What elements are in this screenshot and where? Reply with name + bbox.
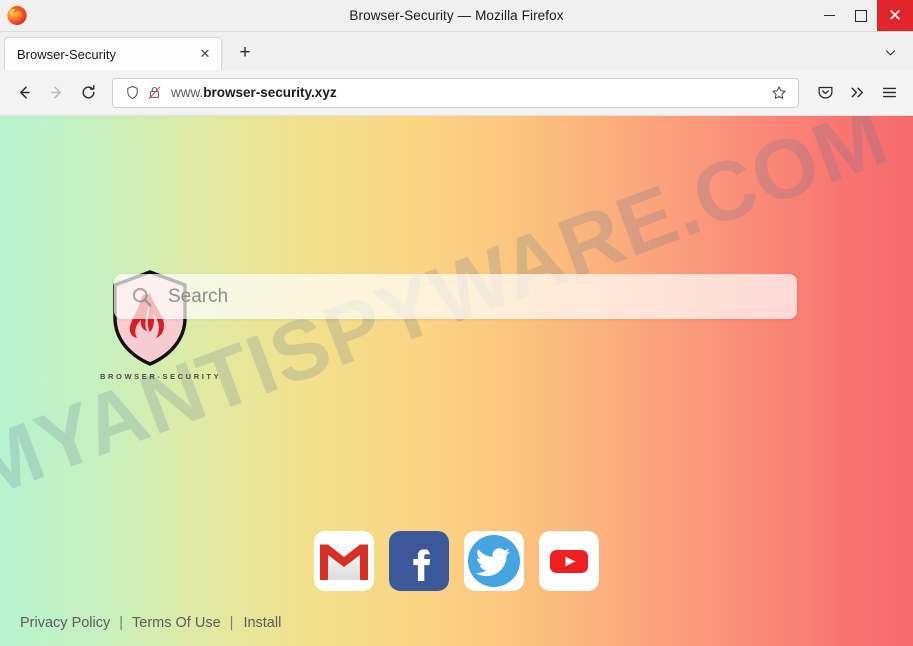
shortcut-twitter[interactable]	[464, 531, 524, 591]
tab-label: Browser-Security	[17, 46, 116, 62]
footer-separator-1: |	[119, 615, 124, 631]
back-button[interactable]	[8, 77, 40, 109]
window-title: Browser-Security — Mozilla Firefox	[349, 8, 564, 23]
footer-link-install[interactable]: Install	[243, 615, 281, 631]
bookmark-star-icon[interactable]	[768, 82, 790, 104]
footer-link-privacy[interactable]: Privacy Policy	[20, 615, 110, 631]
page-content: MYANTISPYWARE.COM BROWSER-SECURITY Searc…	[0, 116, 913, 646]
shortcut-gmail[interactable]	[314, 531, 374, 591]
magnifier-icon	[130, 285, 154, 309]
forward-button[interactable]	[40, 77, 72, 109]
minimize-button[interactable]	[813, 0, 845, 31]
shield-icon[interactable]	[121, 82, 143, 104]
application-menu-icon[interactable]	[873, 77, 905, 109]
tab-close-icon[interactable]: ✕	[195, 44, 215, 64]
navigation-toolbar: www.browser-security.xyz	[0, 70, 913, 116]
title-bar: Browser-Security — Mozilla Firefox ✕	[0, 0, 913, 32]
shortcut-facebook[interactable]	[389, 531, 449, 591]
overflow-chevrons-icon[interactable]	[841, 77, 873, 109]
url-text[interactable]: www.browser-security.xyz	[171, 85, 768, 100]
footer-links: Privacy Policy | Terms Of Use | Install	[20, 615, 281, 631]
url-bar[interactable]: www.browser-security.xyz	[112, 77, 799, 108]
lock-insecure-icon[interactable]	[143, 82, 165, 104]
reload-button[interactable]	[72, 77, 104, 109]
save-to-pocket-icon[interactable]	[809, 77, 841, 109]
tab-browser-security[interactable]: Browser-Security ✕	[4, 37, 222, 70]
firefox-window: Browser-Security — Mozilla Firefox ✕ Bro…	[0, 0, 913, 646]
new-tab-button[interactable]: +	[230, 38, 260, 68]
footer-link-terms[interactable]: Terms Of Use	[132, 615, 221, 631]
window-controls: ✕	[813, 0, 913, 31]
search-input[interactable]	[166, 284, 797, 309]
footer-separator-2: |	[229, 615, 234, 631]
list-all-tabs-icon[interactable]	[877, 39, 903, 65]
logo-caption: BROWSER-SECURITY	[100, 372, 222, 381]
firefox-logo-icon	[6, 4, 28, 26]
shortcut-row	[0, 531, 913, 591]
shortcut-youtube[interactable]	[539, 531, 599, 591]
close-button[interactable]: ✕	[877, 0, 913, 31]
tab-strip: Browser-Security ✕ +	[0, 32, 913, 70]
search-box[interactable]	[114, 274, 797, 319]
maximize-button[interactable]	[845, 0, 877, 31]
